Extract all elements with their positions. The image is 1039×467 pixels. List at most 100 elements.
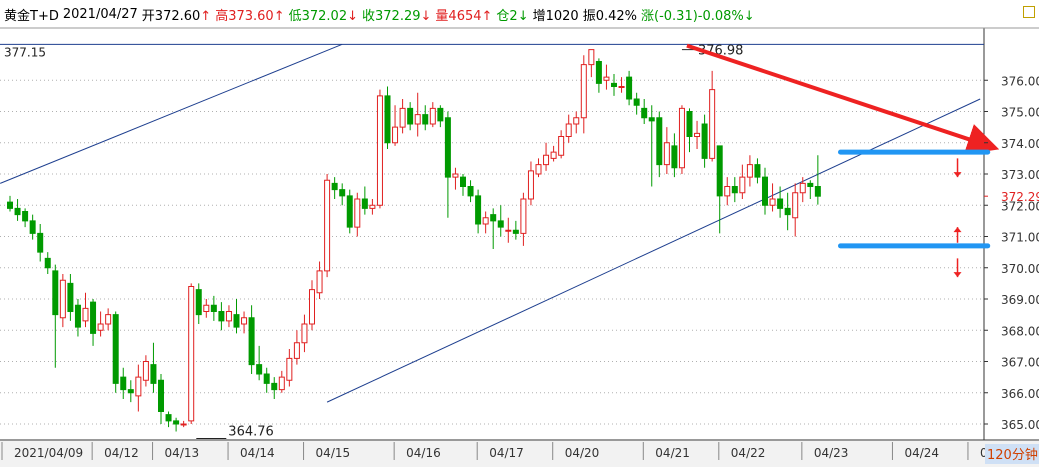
x-tick-label: 04/13 xyxy=(165,446,200,460)
candle-up xyxy=(603,76,610,81)
candle-down xyxy=(361,198,368,209)
candle-up xyxy=(278,376,285,391)
candle-down xyxy=(74,304,81,328)
candle-up xyxy=(309,289,315,325)
y-axis: 376.00375.00374.00373.00372.00371.00370.… xyxy=(984,74,1039,432)
candle-down xyxy=(814,186,821,197)
candle-down xyxy=(437,107,444,122)
candle-down xyxy=(716,145,723,197)
candle-up xyxy=(316,270,323,294)
candle-down xyxy=(346,195,353,228)
candle-up xyxy=(203,304,210,312)
candle-down xyxy=(460,176,466,187)
y-tick-label: 373.00 xyxy=(1001,168,1039,182)
candle-down xyxy=(7,201,13,209)
candle-up xyxy=(543,154,550,166)
candle-down xyxy=(127,389,134,394)
candle-down xyxy=(490,214,497,222)
x-tick-label: 04/12 xyxy=(104,446,139,460)
candle-down xyxy=(173,420,180,425)
candle-down xyxy=(263,373,270,384)
candle-down xyxy=(611,82,617,87)
candle-down xyxy=(120,376,127,391)
candle-up xyxy=(482,217,489,225)
y-tick-label: 374.00 xyxy=(1001,137,1039,151)
candle-up xyxy=(59,279,66,319)
candle-up xyxy=(414,114,421,125)
candle-down xyxy=(754,164,761,178)
candle-down xyxy=(218,311,225,322)
y-tick-label: 369.00 xyxy=(1001,293,1039,307)
candle-up xyxy=(746,164,753,178)
candle-up xyxy=(520,198,527,234)
low-annotation: 364.76 xyxy=(228,425,273,440)
x-tick-label: 04/24 xyxy=(904,446,939,460)
candle-up xyxy=(180,423,187,426)
candle-up xyxy=(324,179,331,272)
timeframe-label: 120分钟 xyxy=(987,447,1038,463)
candle-down xyxy=(339,189,346,197)
candle-down xyxy=(444,117,451,178)
candle-down xyxy=(467,186,474,197)
candle-down xyxy=(14,207,21,216)
candle-down xyxy=(777,198,784,209)
trend-arrow xyxy=(686,43,1000,155)
candle-up xyxy=(105,314,112,325)
candle-up xyxy=(694,132,701,137)
candle-up xyxy=(580,64,587,119)
candle-down xyxy=(384,95,391,144)
candle-up xyxy=(142,361,149,381)
x-axis: 2021/04/09 04/12 04/13 04/14 04/15 04/16 04/17… xyxy=(0,441,1039,467)
candle-down xyxy=(648,117,655,122)
candle-down xyxy=(595,61,602,84)
candle-up xyxy=(527,170,534,200)
candle-down xyxy=(497,220,504,228)
candle-up xyxy=(550,151,557,159)
candle-up xyxy=(799,182,806,194)
candle-up xyxy=(792,192,799,219)
candle-down xyxy=(762,176,768,206)
candle-down xyxy=(626,76,633,100)
candle-up xyxy=(369,204,376,209)
candle-up xyxy=(739,176,746,194)
y-tick-label: 375.00 xyxy=(1001,106,1039,120)
candle-up xyxy=(97,323,104,331)
candle-down xyxy=(475,195,482,225)
y-tick-label: 366.00 xyxy=(1001,387,1039,401)
candle-down xyxy=(67,282,74,312)
top-value-label: 377.15 xyxy=(4,45,46,59)
candle-down xyxy=(52,270,59,316)
candle-down xyxy=(271,382,278,391)
x-tick-label: 04/20 xyxy=(565,446,600,460)
candle-up xyxy=(354,198,361,228)
y-tick-label: 376.00 xyxy=(1001,74,1039,88)
candle-up xyxy=(293,342,300,359)
candle-down xyxy=(641,107,648,119)
candle-down xyxy=(90,301,97,334)
candle-down xyxy=(210,304,217,312)
candle-up xyxy=(588,49,595,66)
candle-up xyxy=(225,311,232,322)
candle-up xyxy=(618,86,625,88)
x-tick-label: 04/14 xyxy=(240,446,275,460)
annotations: 376.98364.76 xyxy=(196,43,1000,440)
candle-up xyxy=(535,164,542,175)
candle-down xyxy=(656,117,663,166)
x-tick-label: 04/21 xyxy=(655,446,690,460)
candle-up xyxy=(452,173,459,178)
channel-upper-line xyxy=(0,43,343,184)
candle-down xyxy=(407,107,414,125)
y-tick-label: 370.00 xyxy=(1001,262,1039,276)
candle-up xyxy=(286,357,293,381)
candle-up xyxy=(573,117,580,125)
candle-down xyxy=(233,314,240,328)
candle-up xyxy=(188,286,195,422)
candle-down xyxy=(165,414,172,422)
candle-down xyxy=(731,186,738,194)
candle-down xyxy=(248,317,255,366)
candle-down xyxy=(195,289,202,316)
candle-up xyxy=(82,307,89,322)
last-price-label: 372.29 xyxy=(1001,190,1039,204)
candle-down xyxy=(256,364,263,375)
candle-down xyxy=(633,98,640,106)
